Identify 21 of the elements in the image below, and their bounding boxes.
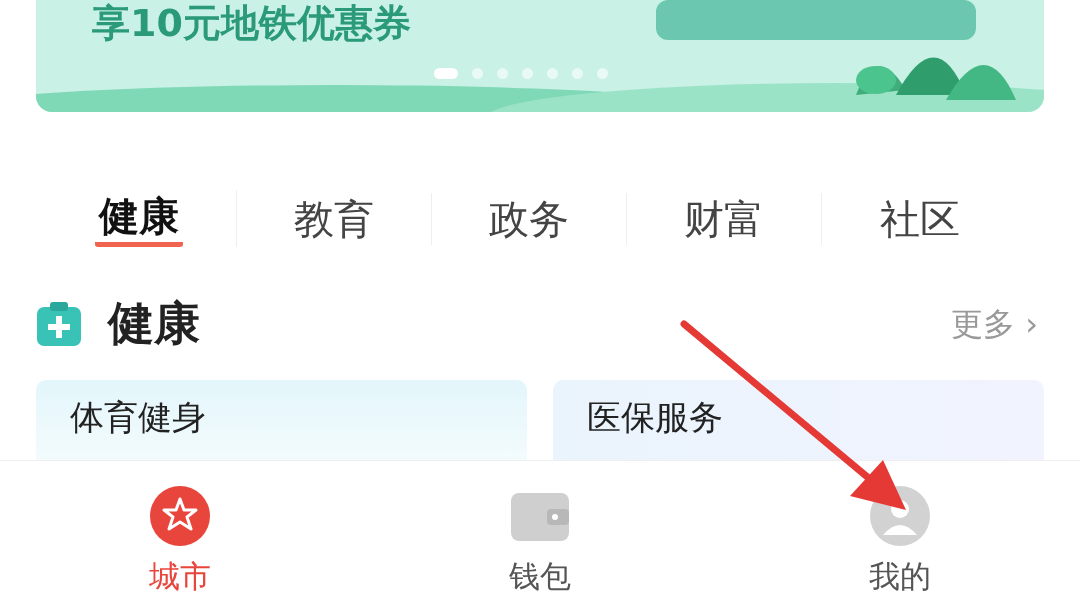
nav-item[interactable]: 城市 [0, 461, 360, 603]
carousel-dot[interactable] [572, 68, 583, 79]
card-title: 医保服务 [587, 400, 724, 434]
section-title: 健康 [108, 295, 200, 352]
nav-item[interactable]: 钱包 [360, 461, 720, 603]
card-title: 体育健身 [70, 400, 207, 434]
carousel-dot[interactable] [547, 68, 558, 79]
category-tab[interactable]: 社区 [875, 192, 964, 245]
carousel-dot[interactable] [472, 68, 483, 79]
carousel-dot[interactable] [597, 68, 608, 79]
category-tab[interactable]: 政务 [485, 192, 573, 245]
service-card[interactable]: 体育健身 [36, 380, 527, 460]
banner-headline: 享10元地铁优惠券 [91, 0, 412, 42]
category-tab[interactable]: 教育 [290, 192, 378, 245]
medical-kit-icon [36, 300, 82, 347]
flower-icon [149, 485, 211, 547]
category-tab[interactable]: 财富 [680, 192, 768, 245]
category-tab[interactable]: 健康 [95, 190, 183, 247]
service-card[interactable]: 医保服务 [553, 380, 1044, 460]
carousel-dot[interactable] [497, 68, 508, 79]
carousel-dot[interactable] [522, 68, 533, 79]
